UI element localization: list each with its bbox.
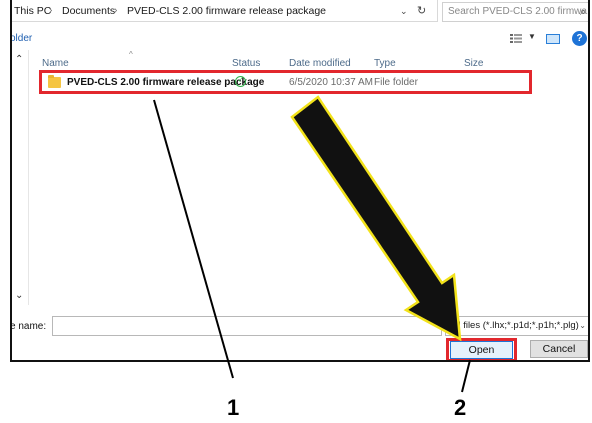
callout-number-2: 2 xyxy=(454,395,467,420)
leader-line-2 xyxy=(461,359,471,393)
leader-line-1 xyxy=(153,99,234,379)
big-arrow-icon xyxy=(290,95,462,342)
annotation-overlay xyxy=(153,95,471,393)
callout-number-1: 1 xyxy=(227,395,240,420)
